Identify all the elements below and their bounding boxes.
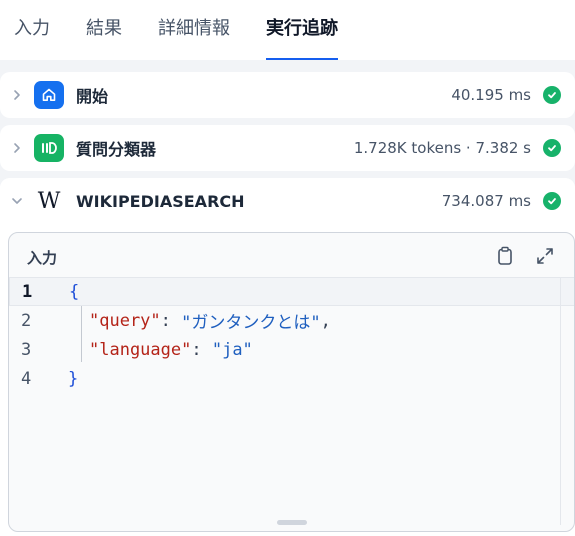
chevron-right-icon[interactable] — [0, 89, 34, 101]
trace-node-header[interactable]: W WIKIPEDIASEARCH 734.087 ms — [0, 178, 575, 224]
home-icon — [34, 81, 64, 109]
tab-input[interactable]: 入力 — [14, 0, 50, 60]
chevron-down-icon[interactable] — [0, 195, 34, 207]
code-line: 1 { — [9, 277, 574, 306]
node-duration: 40.195 ms — [451, 86, 531, 104]
json-close-brace: } — [68, 368, 79, 389]
json-colon: : — [191, 339, 212, 360]
copy-icon[interactable] — [494, 245, 516, 267]
node-title: 開始 — [76, 87, 109, 106]
json-colon: : — [160, 310, 182, 331]
tab-bar: 入力 結果 詳細情報 実行追跡 — [0, 0, 575, 60]
trace-node-wikipedia-search: W WIKIPEDIASEARCH 734.087 ms 入力 1 { 2 "q… — [0, 178, 575, 536]
line-number: 1 — [22, 281, 33, 302]
tab-result[interactable]: 結果 — [86, 0, 122, 60]
question-classifier-icon — [34, 134, 64, 162]
editor-label: 入力 — [27, 249, 58, 267]
line-number: 4 — [21, 368, 32, 389]
json-comma: , — [320, 310, 331, 331]
trace-node-start[interactable]: 開始 40.195 ms — [0, 72, 575, 118]
trace-node-question-classifier[interactable]: 質問分類器 1.728K tokens · 7.382 s — [0, 125, 575, 171]
json-key-language: "language" — [89, 339, 192, 360]
code-line: 3 "language" : "ja" — [9, 335, 574, 364]
line-number: 2 — [21, 310, 32, 331]
expand-icon[interactable] — [534, 245, 556, 267]
node-usage: 1.728K tokens · 7.382 s — [353, 139, 531, 157]
code-line: 2 "query" : "ガンタンクとは" , — [9, 306, 574, 335]
node-title: WIKIPEDIASEARCH — [76, 191, 245, 211]
node-duration: 734.087 ms — [441, 192, 531, 210]
success-check-icon — [543, 192, 561, 210]
code-line: 4 } — [9, 364, 574, 393]
json-open-brace: { — [69, 281, 80, 302]
code-area[interactable]: 1 { 2 "query" : "ガンタンクとは" , 3 "language"… — [9, 277, 574, 393]
tab-detail[interactable]: 詳細情報 — [158, 0, 230, 60]
json-key-query: "query" — [89, 310, 161, 331]
success-check-icon — [543, 86, 561, 104]
json-value-language: "ja" — [211, 339, 253, 360]
input-json-editor[interactable]: 入力 1 { 2 "query" : "ガンタンクとは" , 3 "langua… — [8, 232, 575, 532]
line-number: 3 — [21, 339, 32, 360]
editor-scrollbar[interactable] — [560, 277, 574, 525]
wikipedia-icon: W — [37, 188, 61, 214]
chevron-right-icon[interactable] — [0, 142, 34, 154]
tab-trace[interactable]: 実行追跡 — [266, 0, 338, 60]
resize-handle[interactable] — [277, 520, 307, 525]
json-value-query: "ガンタンクとは" — [181, 313, 321, 333]
node-title: 質問分類器 — [76, 140, 157, 159]
success-check-icon — [543, 139, 561, 157]
